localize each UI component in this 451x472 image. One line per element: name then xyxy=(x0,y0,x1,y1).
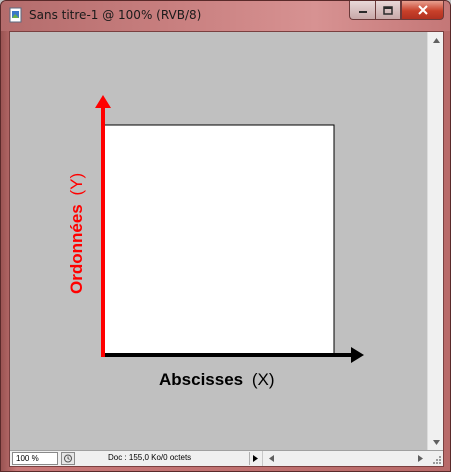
drawing: Abscisses (X) Ordonnées (Y) xyxy=(67,95,364,389)
scroll-right-button[interactable] xyxy=(412,451,428,466)
status-menu-button[interactable] xyxy=(249,452,261,465)
maximize-icon xyxy=(383,5,393,15)
y-axis-label-bold: Ordonnées xyxy=(67,204,86,294)
y-axis-label: Ordonnées (Y) xyxy=(67,173,86,294)
status-info-icon[interactable] xyxy=(61,452,75,465)
x-axis-label-suffix: (X) xyxy=(252,370,275,389)
x-axis-label: Abscisses (X) xyxy=(159,370,275,389)
canvas-area[interactable]: Abscisses (X) Ordonnées (Y) xyxy=(10,32,427,450)
document-size-info: Doc : 155,0 Ko/0 octets xyxy=(108,453,192,462)
minimize-icon xyxy=(358,11,367,13)
title-bar[interactable]: Sans titre-1 @ 100% (RVB/8) xyxy=(1,1,450,31)
x-axis-label-bold: Abscisses xyxy=(159,370,243,389)
resize-grip[interactable] xyxy=(427,451,443,466)
horizontal-scrollbar[interactable] xyxy=(262,451,428,466)
white-canvas xyxy=(102,124,335,356)
y-axis-arrowhead xyxy=(95,95,111,108)
photoshop-document-icon xyxy=(9,7,22,23)
maximize-button[interactable] xyxy=(375,1,401,20)
scroll-down-icon xyxy=(432,439,440,445)
document-client-area: Abscisses (X) Ordonnées (Y) 100 % Doc: … xyxy=(9,31,444,467)
resize-grip-icon xyxy=(433,456,441,464)
zoom-field[interactable]: 100 % xyxy=(12,452,58,465)
y-axis-label-suffix: (Y) xyxy=(67,173,86,196)
triangle-right-icon xyxy=(253,455,258,462)
scroll-up-button[interactable] xyxy=(428,32,444,48)
x-axis-arrowhead xyxy=(351,347,364,363)
close-icon xyxy=(417,5,428,15)
scroll-up-icon xyxy=(432,37,440,43)
status-bar: 100 % Doc : 155,0 Ko/0 octets xyxy=(10,450,443,466)
minimize-button[interactable] xyxy=(349,1,375,20)
close-button[interactable] xyxy=(401,1,444,20)
document-window: Sans titre-1 @ 100% (RVB/8) Abscisses (X… xyxy=(0,0,451,472)
vertical-scrollbar[interactable] xyxy=(427,32,443,450)
window-title: Sans titre-1 @ 100% (RVB/8) xyxy=(29,8,202,22)
scroll-down-button[interactable] xyxy=(428,434,444,450)
scroll-right-icon xyxy=(417,455,423,462)
scroll-left-icon xyxy=(268,455,274,462)
scroll-left-button[interactable] xyxy=(263,451,279,466)
